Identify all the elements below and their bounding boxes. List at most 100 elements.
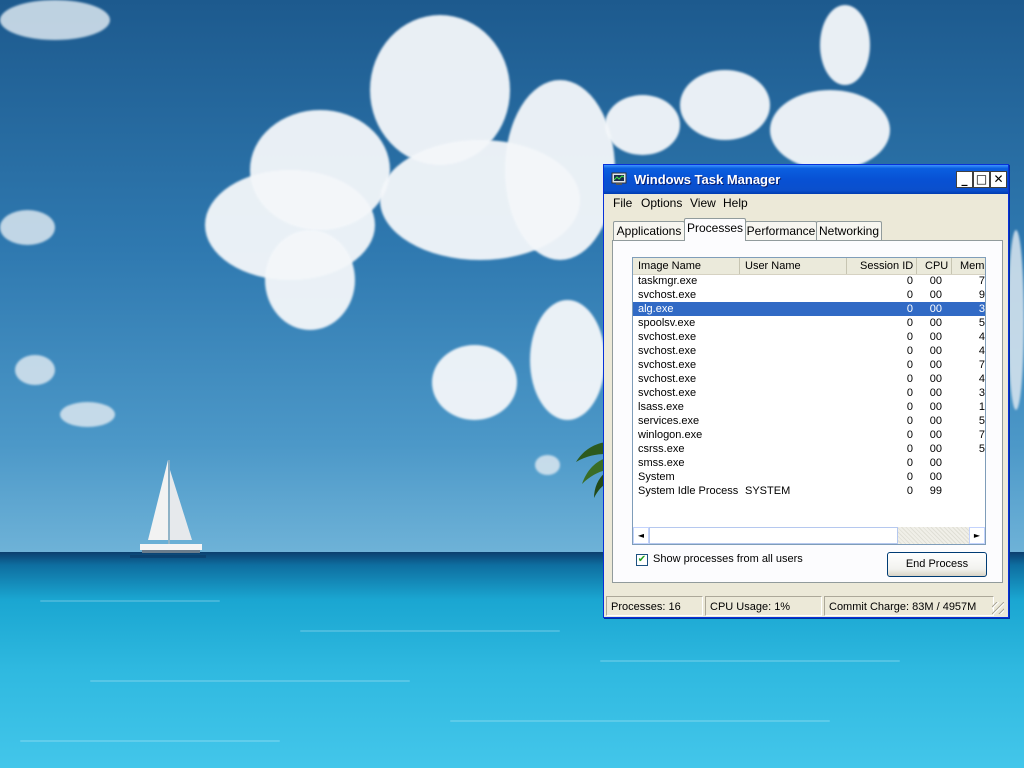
process-name: smss.exe (638, 457, 685, 469)
menu-help[interactable]: Help (723, 196, 748, 210)
tab-applications[interactable]: Applications (613, 221, 685, 240)
table-row[interactable]: System Idle Process SYSTEM 0 99 (633, 484, 985, 498)
table-row[interactable]: System 0 00 (633, 470, 985, 484)
close-button[interactable]: ✕ (990, 171, 1007, 188)
wave (20, 740, 280, 742)
minimize-button[interactable]: _ (956, 171, 973, 188)
process-list-header: Image Name User Name Session ID CPU Mem (633, 258, 985, 275)
column-cpu[interactable]: CPU (917, 258, 952, 274)
tab-networking[interactable]: Networking (816, 221, 882, 240)
table-row[interactable]: services.exe 0 00 5 (633, 414, 985, 428)
process-cpu: 00 (929, 401, 942, 413)
end-process-button[interactable]: End Process (887, 552, 987, 577)
process-session-id: 0 (906, 331, 913, 343)
process-mem: 5 (978, 415, 985, 427)
process-session-id: 0 (906, 359, 913, 371)
task-manager-window[interactable]: Windows Task Manager _ □ ✕ File Options … (603, 164, 1009, 618)
maximize-button[interactable]: □ (973, 171, 990, 188)
process-session-id: 0 (906, 485, 913, 497)
process-name: svchost.exe (638, 331, 697, 343)
process-name: csrss.exe (638, 443, 685, 455)
table-row[interactable]: winlogon.exe 0 00 7 (633, 428, 985, 442)
show-all-users-checkbox[interactable]: ✔ (636, 554, 648, 566)
table-row[interactable]: lsass.exe 0 00 1 (633, 400, 985, 414)
process-list[interactable]: Image Name User Name Session ID CPU Mem … (632, 257, 986, 545)
process-session-id: 0 (906, 275, 913, 287)
tab-processes[interactable]: Processes (684, 218, 746, 241)
process-session-id: 0 (906, 303, 913, 315)
table-row[interactable]: svchost.exe 0 00 3 (633, 386, 985, 400)
process-mem: 5 (978, 443, 985, 455)
process-cpu: 00 (929, 471, 942, 483)
menu-bar: File Options View Help (604, 194, 1008, 212)
palm-tree-image (576, 442, 606, 498)
process-cpu: 00 (929, 359, 942, 371)
process-mem: 4 (978, 345, 985, 357)
menu-file[interactable]: File (613, 196, 632, 210)
process-name: svchost.exe (638, 387, 697, 399)
column-image-name[interactable]: Image Name (633, 258, 740, 274)
table-row[interactable]: smss.exe 0 00 (633, 456, 985, 470)
process-name: spoolsv.exe (638, 317, 696, 329)
wave (300, 630, 560, 632)
scroll-left-icon[interactable]: ◄ (633, 527, 649, 544)
table-row[interactable]: taskmgr.exe 0 00 7 (633, 274, 985, 288)
scrollbar-track[interactable] (898, 527, 969, 544)
process-mem: 7 (978, 429, 985, 441)
column-session-id[interactable]: Session ID (847, 258, 917, 274)
process-session-id: 0 (906, 373, 913, 385)
table-row[interactable]: alg.exe 0 00 3 (633, 302, 985, 316)
wave (600, 660, 900, 662)
table-row[interactable]: svchost.exe 0 00 7 (633, 358, 985, 372)
cloud (1008, 230, 1024, 410)
table-row[interactable]: svchost.exe 0 00 4 (633, 372, 985, 386)
column-mem[interactable]: Mem (952, 258, 985, 274)
cloud (680, 70, 770, 140)
window-title: Windows Task Manager (634, 172, 781, 187)
process-cpu: 00 (929, 429, 942, 441)
cloud (0, 210, 55, 245)
status-processes: Processes: 16 (606, 596, 703, 616)
process-mem: 1 (978, 401, 985, 413)
table-row[interactable]: csrss.exe 0 00 5 (633, 442, 985, 456)
scroll-right-icon[interactable]: ► (969, 527, 985, 544)
process-session-id: 0 (906, 457, 913, 469)
process-session-id: 0 (906, 345, 913, 357)
process-cpu: 99 (929, 485, 942, 497)
table-row[interactable]: svchost.exe 0 00 4 (633, 344, 985, 358)
process-cpu: 00 (929, 415, 942, 427)
menu-view[interactable]: View (690, 196, 716, 210)
table-row[interactable]: svchost.exe 0 00 4 (633, 330, 985, 344)
process-cpu: 00 (929, 289, 942, 301)
process-mem: 7 (978, 359, 985, 371)
process-name: System (638, 471, 675, 483)
table-row[interactable]: spoolsv.exe 0 00 5 (633, 316, 985, 330)
status-cpu-usage: CPU Usage: 1% (705, 596, 822, 616)
processes-panel: Image Name User Name Session ID CPU Mem … (612, 240, 1003, 583)
process-name: lsass.exe (638, 401, 684, 413)
wave (90, 680, 410, 682)
title-bar[interactable]: Windows Task Manager _ □ ✕ (604, 165, 1008, 194)
process-cpu: 00 (929, 345, 942, 357)
process-mem: 4 (978, 373, 985, 385)
horizontal-scrollbar[interactable]: ◄ ► (633, 527, 985, 544)
process-cpu: 00 (929, 331, 942, 343)
scrollbar-thumb[interactable] (649, 527, 898, 544)
resize-grip-icon[interactable] (992, 602, 1004, 614)
column-user-name[interactable]: User Name (740, 258, 847, 274)
process-session-id: 0 (906, 443, 913, 455)
menu-options[interactable]: Options (641, 196, 682, 210)
process-session-id: 0 (906, 429, 913, 441)
show-all-users-label[interactable]: Show processes from all users (653, 553, 803, 565)
process-mem: 4 (978, 331, 985, 343)
wave (40, 600, 220, 602)
sailboat-image (130, 460, 206, 558)
tab-performance[interactable]: Performance (745, 221, 817, 240)
cloud (15, 355, 55, 385)
process-user: SYSTEM (745, 485, 791, 497)
table-row[interactable]: svchost.exe 0 00 9 (633, 288, 985, 302)
process-mem: 7 (978, 275, 985, 287)
status-commit-charge: Commit Charge: 83M / 4957M (824, 596, 994, 616)
process-cpu: 00 (929, 457, 942, 469)
process-session-id: 0 (906, 471, 913, 483)
